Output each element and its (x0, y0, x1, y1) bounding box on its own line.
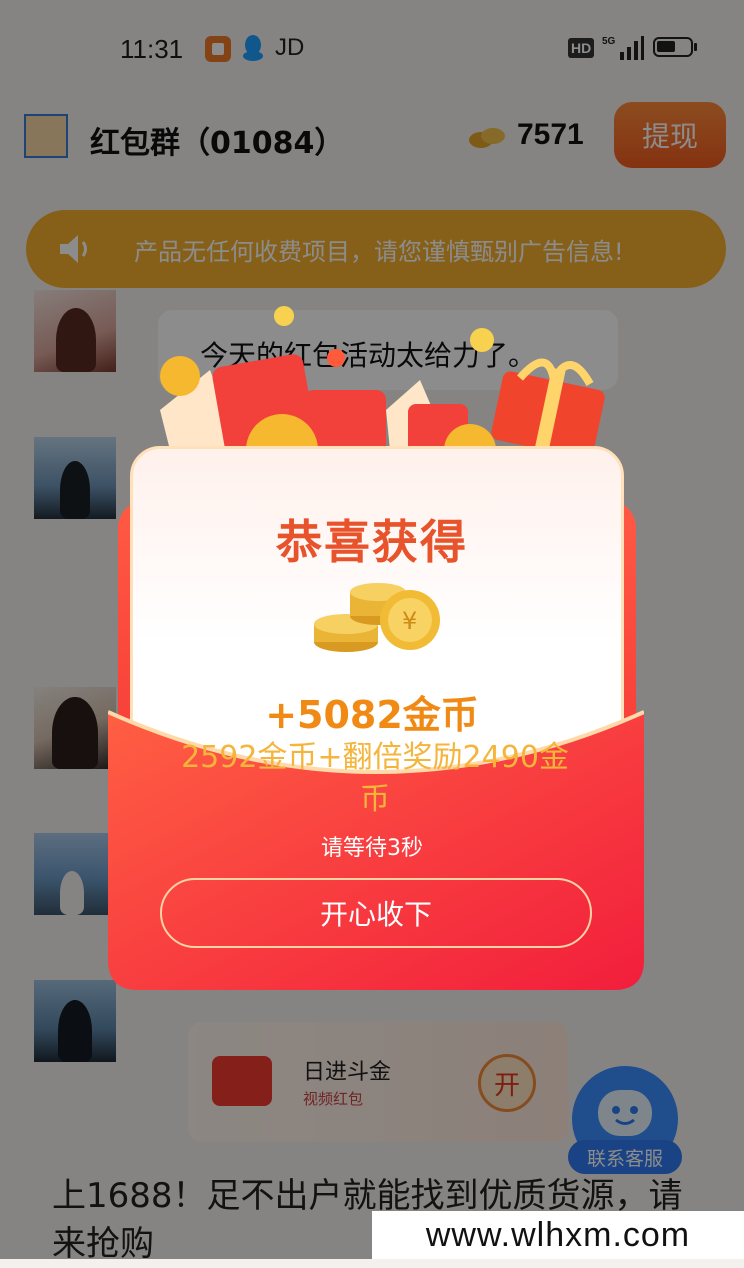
accept-reward-button[interactable]: 开心收下 (160, 878, 592, 948)
svg-text:¥: ¥ (402, 607, 417, 635)
reward-detail: 2592金币+翻倍奖励2490金币 (181, 740, 569, 817)
gold-coin-stack-icon: ¥ (314, 583, 440, 652)
wait-countdown: 请等待3秒 (321, 836, 423, 861)
popup-title: 恭喜获得 (276, 515, 468, 569)
site-watermark: www.wlhxm.com (372, 1211, 744, 1259)
red-envelopes-and-gift-decoration (160, 306, 605, 460)
red-packet-popup: 恭喜获得 ¥ +5082金币 2592金币+翻倍奖励2490金币 请等待3秒 开… (0, 0, 744, 1259)
